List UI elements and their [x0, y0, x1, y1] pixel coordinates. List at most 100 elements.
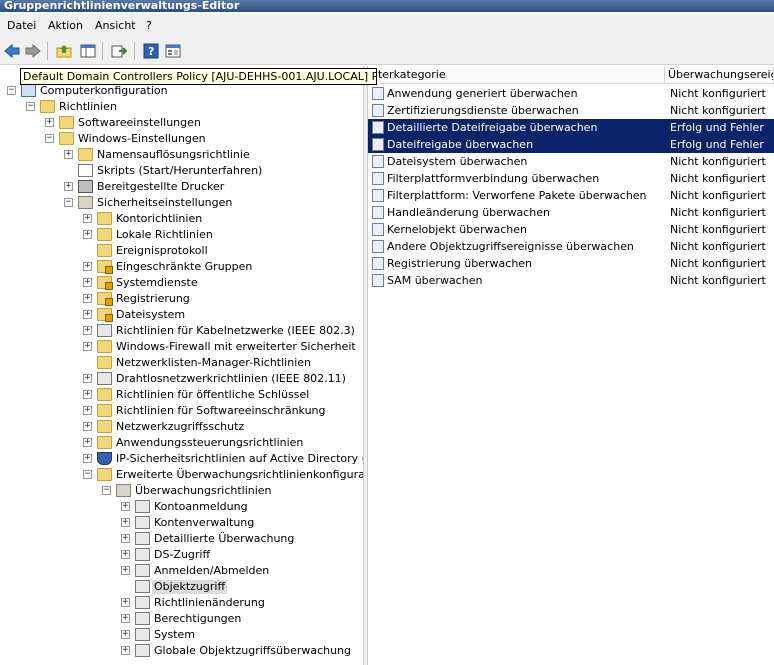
expand-icon[interactable]: +: [64, 182, 73, 191]
tree-node[interactable]: + Anwendungssteuerungsrichtlinien: [0, 435, 363, 451]
policy-setting: Nicht konfiguriert: [670, 87, 766, 100]
tree-node[interactable]: − Windows-Einstellungen: [0, 131, 363, 147]
expand-icon[interactable]: +: [83, 326, 92, 335]
tree-node-label: Netzwerklisten-Manager-Richtlinien: [116, 356, 311, 369]
collapse-icon[interactable]: −: [83, 470, 92, 479]
tree-node-label: DS-Zugriff: [154, 548, 211, 561]
tree-node[interactable]: Netzwerklisten-Manager-Richtlinien: [0, 355, 363, 371]
expand-icon[interactable]: +: [121, 502, 130, 511]
tree-node[interactable]: + Drahtlosnetzwerkrichtlinien (IEEE 802.1…: [0, 371, 363, 387]
tree-node[interactable]: + Anmelden/Abmelden: [0, 563, 363, 579]
tree-node[interactable]: + Kontenverwaltung: [0, 515, 363, 531]
tree-node[interactable]: + System: [0, 627, 363, 643]
expand-icon[interactable]: +: [121, 614, 130, 623]
expand-icon[interactable]: +: [121, 550, 130, 559]
expand-icon[interactable]: +: [83, 406, 92, 415]
list-row[interactable]: Dateifreigabe überwachen Erfolg und Fehle…: [368, 136, 774, 153]
tree-node[interactable]: − Sicherheitseinstellungen: [0, 195, 363, 211]
tree-node[interactable]: + Systemdienste: [0, 275, 363, 291]
expand-icon[interactable]: +: [83, 262, 92, 271]
policy-setting: Nicht konfiguriert: [670, 240, 766, 253]
expand-icon[interactable]: +: [121, 646, 130, 655]
column-header-audit-events[interactable]: Überwachungsereigni: [665, 67, 774, 84]
expand-icon[interactable]: +: [64, 150, 73, 159]
list-row[interactable]: Filterplattformverbindung überwachen Nich…: [368, 170, 774, 187]
tree-node[interactable]: + Lokale Richtlinien: [0, 227, 363, 243]
tree-node[interactable]: + Bereitgestellte Drucker: [0, 179, 363, 195]
tree-node-label: Erweiterte Überwachungsrichtlinienkonfig…: [116, 468, 363, 481]
collapse-icon[interactable]: −: [7, 86, 16, 95]
tree-node[interactable]: + Globale Objektzugriffsüberwachung: [0, 643, 363, 659]
expand-icon[interactable]: +: [121, 598, 130, 607]
up-folder-icon[interactable]: [55, 42, 73, 60]
expand-icon[interactable]: +: [83, 278, 92, 287]
tree-node[interactable]: + Dateisystem: [0, 307, 363, 323]
tree-node[interactable]: − Überwachungsrichtlinien: [0, 483, 363, 499]
expand-icon[interactable]: +: [83, 422, 92, 431]
tree-node[interactable]: + Kontorichtlinien: [0, 211, 363, 227]
tree-node[interactable]: + Berechtigungen: [0, 611, 363, 627]
tree-node[interactable]: + IP-Sicherheitsrichtlinien auf Active Di…: [0, 451, 363, 467]
list-row[interactable]: Handleänderung überwachen Nicht konfiguri…: [368, 204, 774, 221]
menu-help[interactable]: ?: [146, 19, 152, 32]
tree-node[interactable]: + Windows-Firewall mit erweiterter Sicher…: [0, 339, 363, 355]
policy-name: Kernelobjekt überwachen: [387, 223, 528, 236]
list-row[interactable]: Kernelobjekt überwachen Nicht konfigurier…: [368, 221, 774, 238]
menu-ansicht[interactable]: Ansicht: [95, 19, 136, 32]
tree-node[interactable]: − Richtlinien: [0, 99, 363, 115]
expand-icon[interactable]: +: [83, 390, 92, 399]
expand-icon[interactable]: +: [121, 630, 130, 639]
menu-aktion[interactable]: Aktion: [48, 19, 83, 32]
tree-node[interactable]: + Softwareeinstellungen: [0, 115, 363, 131]
tree-node[interactable]: Ereignisprotokoll: [0, 243, 363, 259]
tree-node[interactable]: − Computerkonfiguration: [0, 83, 363, 99]
show-hide-tree-icon[interactable]: [79, 42, 97, 60]
expand-icon[interactable]: +: [121, 566, 130, 575]
tree-node[interactable]: Objektzugriff: [0, 579, 363, 595]
list-row[interactable]: Filterplattform: Verworfene Pakete überw…: [368, 187, 774, 204]
list-row[interactable]: Registrierung überwachen Nicht konfigurie…: [368, 255, 774, 272]
column-header-subcategory[interactable]: nterkategorie: [368, 67, 665, 84]
tree-node-label: Sicherheitseinstellungen: [97, 196, 233, 209]
tree-node[interactable]: + Netzwerkzugriffsschutz: [0, 419, 363, 435]
tree-node[interactable]: + Richtlinienänderung: [0, 595, 363, 611]
expand-icon[interactable]: +: [83, 342, 92, 351]
tree-node[interactable]: + Detaillierte Überwachung: [0, 531, 363, 547]
tree-node[interactable]: + DS-Zugriff: [0, 547, 363, 563]
tree-node[interactable]: − Erweiterte Überwachungsrichtlinienkonfi…: [0, 467, 363, 483]
collapse-icon[interactable]: −: [26, 102, 35, 111]
list-row[interactable]: Detaillierte Dateifreigabe überwachen Erf…: [368, 119, 774, 136]
expand-icon[interactable]: +: [121, 534, 130, 543]
expand-icon[interactable]: +: [83, 374, 92, 383]
help-icon[interactable]: ?: [142, 42, 160, 60]
tree-node[interactable]: + Richtlinien für Softwareeinschränkung: [0, 403, 363, 419]
back-arrow-icon[interactable]: [3, 42, 21, 60]
tree-node[interactable]: + Kontoanmeldung: [0, 499, 363, 515]
tree-node[interactable]: + Richtlinien für öffentliche Schlüssel: [0, 387, 363, 403]
tree-node[interactable]: + Namensauflösungsrichtlinie: [0, 147, 363, 163]
list-row[interactable]: SAM überwachen Nicht konfiguriert: [368, 272, 774, 289]
tree-node[interactable]: + Registrierung: [0, 291, 363, 307]
expand-icon[interactable]: +: [83, 230, 92, 239]
expand-icon[interactable]: +: [83, 454, 92, 463]
expand-icon[interactable]: +: [83, 294, 92, 303]
list-row[interactable]: Andere Objektzugriffsereignisse überwach…: [368, 238, 774, 255]
collapse-icon[interactable]: −: [45, 134, 54, 143]
expand-icon[interactable]: +: [45, 118, 54, 127]
expand-icon[interactable]: +: [121, 518, 130, 527]
expand-icon[interactable]: +: [83, 310, 92, 319]
menu-datei[interactable]: Datei: [7, 19, 36, 32]
properties-icon[interactable]: [164, 42, 182, 60]
tree-node[interactable]: + Richtlinien für Kabelnetzwerke (IEEE 80…: [0, 323, 363, 339]
list-row[interactable]: Dateisystem überwachen Nicht konfiguriert: [368, 153, 774, 170]
collapse-icon[interactable]: −: [64, 198, 73, 207]
tree-node[interactable]: + Eingeschränkte Gruppen: [0, 259, 363, 275]
forward-arrow-icon[interactable]: [24, 42, 42, 60]
list-row[interactable]: Anwendung generiert überwachen Nicht konf…: [368, 85, 774, 102]
tree-node[interactable]: Skripts (Start/Herunterfahren): [0, 163, 363, 179]
expand-icon[interactable]: +: [83, 438, 92, 447]
export-list-icon[interactable]: [110, 42, 128, 60]
collapse-icon[interactable]: −: [102, 486, 111, 495]
expand-icon[interactable]: +: [83, 214, 92, 223]
list-row[interactable]: Zertifizierungsdienste überwachen Nicht k…: [368, 102, 774, 119]
